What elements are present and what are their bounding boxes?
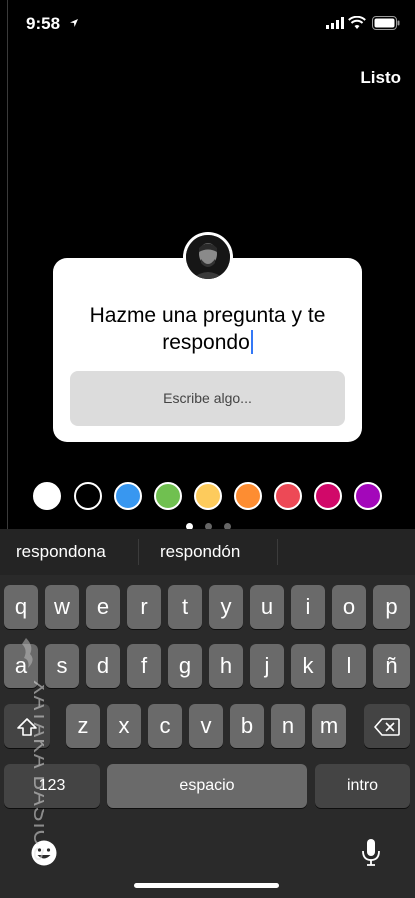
- key-w[interactable]: w: [45, 585, 79, 629]
- color-swatch-purple[interactable]: [354, 482, 382, 510]
- key-e[interactable]: e: [86, 585, 120, 629]
- question-text[interactable]: Hazme una pregunta y te respondo: [53, 302, 362, 356]
- key-u[interactable]: u: [250, 585, 284, 629]
- question-line-2: respondo: [162, 331, 250, 354]
- key-l[interactable]: l: [332, 644, 366, 688]
- color-swatch-orange[interactable]: [234, 482, 262, 510]
- suggestion-2[interactable]: respondón: [160, 529, 240, 575]
- answer-placeholder-box: Escribe algo...: [70, 371, 345, 426]
- key-i[interactable]: i: [291, 585, 325, 629]
- key-h[interactable]: h: [209, 644, 243, 688]
- text-cursor: [250, 330, 253, 354]
- color-swatch-black[interactable]: [74, 482, 102, 510]
- key-z[interactable]: z: [66, 704, 100, 748]
- suggestion-divider: [277, 539, 278, 565]
- color-palette: [0, 482, 415, 516]
- keyboard: respondona respondón q w e r t y u i o p…: [0, 529, 415, 898]
- key-enye[interactable]: ñ: [373, 644, 410, 688]
- key-m[interactable]: m: [312, 704, 346, 748]
- key-y[interactable]: y: [209, 585, 243, 629]
- question-sticker[interactable]: Hazme una pregunta y te respondo Escribe…: [53, 258, 362, 442]
- suggestion-divider: [138, 539, 139, 565]
- suggestion-1[interactable]: respondona: [16, 529, 106, 575]
- key-x[interactable]: x: [107, 704, 141, 748]
- color-swatch-blue[interactable]: [114, 482, 142, 510]
- key-q[interactable]: q: [4, 585, 38, 629]
- key-s[interactable]: s: [45, 644, 79, 688]
- key-j[interactable]: j: [250, 644, 284, 688]
- key-f[interactable]: f: [127, 644, 161, 688]
- backspace-key[interactable]: [364, 704, 410, 748]
- key-n[interactable]: n: [271, 704, 305, 748]
- done-button[interactable]: Listo: [360, 68, 401, 88]
- return-key[interactable]: intro: [315, 764, 410, 808]
- location-arrow-icon: [70, 19, 78, 27]
- space-key[interactable]: espacio: [107, 764, 307, 808]
- key-r[interactable]: r: [127, 585, 161, 629]
- color-swatch-white[interactable]: [33, 482, 61, 510]
- wifi-icon: [348, 16, 366, 29]
- key-b[interactable]: b: [230, 704, 264, 748]
- backspace-icon: [374, 718, 400, 736]
- home-indicator[interactable]: [134, 883, 279, 888]
- avatar: [183, 232, 233, 282]
- battery-icon: [372, 16, 400, 30]
- svg-text:XATAKA BASICS: XATAKA BASICS: [29, 680, 44, 862]
- color-swatch-yellow[interactable]: [194, 482, 222, 510]
- key-k[interactable]: k: [291, 644, 325, 688]
- status-time: 9:58: [26, 14, 61, 33]
- profile-photo: [186, 235, 230, 279]
- key-v[interactable]: v: [189, 704, 223, 748]
- suggestion-bar: respondona respondón: [0, 529, 415, 575]
- cellular-signal-icon: [326, 17, 344, 29]
- key-g[interactable]: g: [168, 644, 202, 688]
- key-t[interactable]: t: [168, 585, 202, 629]
- color-swatch-green[interactable]: [154, 482, 182, 510]
- question-line-1: Hazme una pregunta y te: [89, 304, 326, 327]
- key-c[interactable]: c: [148, 704, 182, 748]
- microphone-icon[interactable]: [361, 838, 381, 868]
- key-p[interactable]: p: [373, 585, 410, 629]
- key-d[interactable]: d: [86, 644, 120, 688]
- color-swatch-red[interactable]: [274, 482, 302, 510]
- color-swatch-pink[interactable]: [314, 482, 342, 510]
- status-bar: 9:58: [0, 0, 415, 50]
- key-o[interactable]: o: [332, 585, 366, 629]
- xataka-basics-watermark: XATAKA BASICS: [22, 638, 44, 862]
